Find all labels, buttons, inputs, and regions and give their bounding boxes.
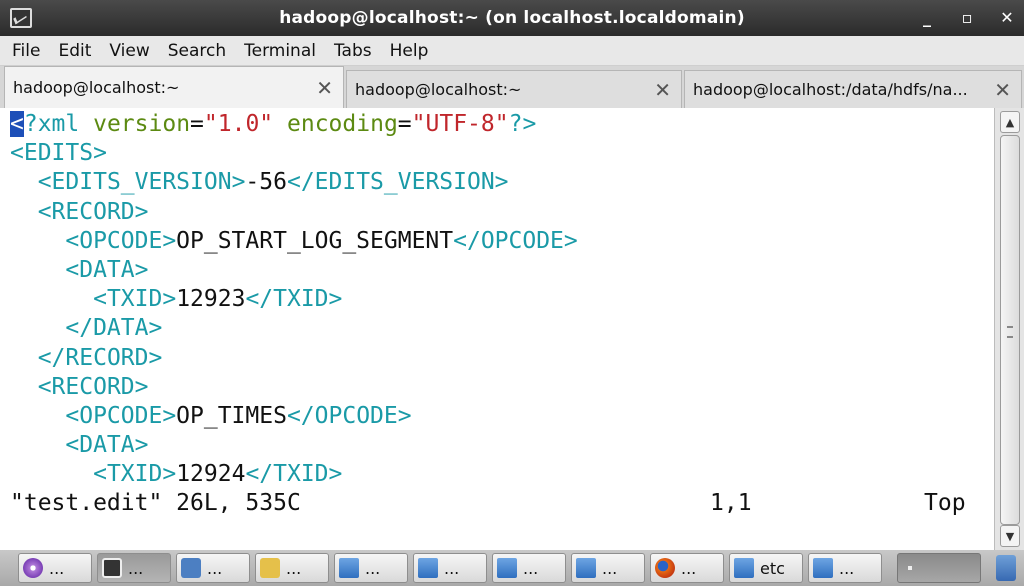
vim-status-line: "test.edit" 26L, 535C 1,1 Top	[10, 489, 994, 518]
terminal-line: <EDITS_VERSION>-56</EDITS_VERSION>	[37, 169, 509, 196]
menu-bar: File Edit View Search Terminal Tabs Help	[0, 36, 1024, 66]
task-label: etc	[760, 558, 785, 578]
menu-help[interactable]: Help	[390, 41, 429, 61]
menu-file[interactable]: File	[12, 41, 40, 61]
terminal-app-icon[interactable]	[10, 8, 32, 28]
terminal-line: <TXID>12924</TXID>	[93, 461, 343, 488]
tab-label: hadoop@localhost:/data/hdfs/na...	[693, 80, 968, 99]
editor-icon	[260, 558, 280, 578]
close-tab-icon[interactable]: ✕	[654, 78, 671, 102]
firefox-icon	[655, 558, 675, 578]
taskbar: ... ... ... ... ... ... ... ... ... etc …	[0, 550, 1024, 586]
taskbar-item-firefox[interactable]: ...	[650, 553, 724, 583]
terminal-line: <?xml version="1.0" encoding="UTF-8"?>	[10, 111, 537, 137]
taskbar-item-folder[interactable]: ...	[413, 553, 487, 583]
taskbar-item-folder[interactable]: ...	[334, 553, 408, 583]
tab-terminal-2[interactable]: hadoop@localhost:~ ✕	[346, 70, 682, 108]
menu-search[interactable]: Search	[168, 41, 226, 61]
text-cursor: <	[10, 111, 24, 137]
close-tab-icon[interactable]: ✕	[316, 76, 333, 100]
workspace-switcher[interactable]	[897, 553, 981, 583]
taskbar-item-terminal[interactable]: ...	[97, 553, 171, 583]
terminal-line: <DATA>	[65, 432, 149, 459]
taskbar-item-etc[interactable]: etc	[729, 553, 803, 583]
maximize-button[interactable]: ▫	[958, 6, 976, 30]
status-scroll-position: Top	[924, 490, 966, 517]
menu-terminal[interactable]: Terminal	[244, 41, 316, 61]
disc-icon	[23, 558, 43, 578]
scrollbar-thumb[interactable]	[1000, 135, 1020, 525]
tab-terminal-3[interactable]: hadoop@localhost:/data/hdfs/na... ✕	[684, 70, 1022, 108]
task-label: ...	[523, 558, 539, 578]
minimize-button[interactable]: _	[918, 6, 936, 30]
tab-label: hadoop@localhost:~	[355, 80, 522, 99]
terminal-content[interactable]: <?xml version="1.0" encoding="UTF-8"?> <…	[0, 108, 994, 550]
terminal-line: <OPCODE>OP_START_LOG_SEGMENT</OPCODE>	[65, 227, 578, 254]
folder-icon	[497, 558, 517, 578]
network-icon	[181, 558, 201, 578]
taskbar-item-folder[interactable]: ...	[571, 553, 645, 583]
terminal-icon	[908, 566, 912, 570]
task-label: ...	[49, 558, 65, 578]
scroll-down-arrow-icon[interactable]: ▼	[1000, 525, 1020, 547]
terminal-line: <RECORD>	[37, 198, 149, 225]
terminal-line: <DATA>	[65, 256, 149, 283]
menu-edit[interactable]: Edit	[58, 41, 91, 61]
window-titlebar[interactable]: hadoop@localhost:~ (on localhost.localdo…	[0, 0, 1024, 36]
task-label: ...	[207, 558, 223, 578]
close-button[interactable]: ✕	[998, 6, 1016, 30]
folder-icon	[418, 558, 438, 578]
scroll-up-arrow-icon[interactable]: ▲	[1000, 111, 1020, 133]
folder-icon	[576, 558, 596, 578]
tab-terminal-1[interactable]: hadoop@localhost:~ ✕	[4, 66, 344, 108]
folder-icon	[813, 558, 833, 578]
tab-bar: hadoop@localhost:~ ✕ hadoop@localhost:~ …	[0, 66, 1024, 108]
taskbar-item-editor[interactable]: ...	[255, 553, 329, 583]
tab-label: hadoop@localhost:~	[13, 78, 180, 97]
menu-view[interactable]: View	[109, 41, 149, 61]
task-label: ...	[128, 558, 144, 578]
close-tab-icon[interactable]: ✕	[994, 78, 1011, 102]
status-file-info: "test.edit" 26L, 535C	[10, 490, 301, 517]
window-title: hadoop@localhost:~ (on localhost.localdo…	[279, 8, 745, 28]
menu-tabs[interactable]: Tabs	[334, 41, 372, 61]
terminal-line: <OPCODE>OP_TIMES</OPCODE>	[65, 402, 412, 429]
terminal-line: </DATA>	[65, 315, 163, 342]
task-label: ...	[444, 558, 460, 578]
terminal-line: <TXID>12923</TXID>	[93, 286, 343, 313]
folder-icon	[339, 558, 359, 578]
task-label: ...	[602, 558, 618, 578]
terminal-scrollbar[interactable]: ▲ ▼	[994, 108, 1024, 550]
task-label: ...	[839, 558, 855, 578]
task-label: ...	[681, 558, 697, 578]
terminal-line: <EDITS>	[10, 140, 107, 167]
status-cursor-position: 1,1	[710, 490, 752, 517]
terminal-line: <RECORD>	[37, 373, 149, 400]
taskbar-item-folder[interactable]: ...	[492, 553, 566, 583]
taskbar-item-network[interactable]: ...	[176, 553, 250, 583]
terminal-icon	[102, 558, 122, 578]
task-label: ...	[286, 558, 302, 578]
terminal-line: </RECORD>	[37, 344, 163, 371]
folder-icon	[734, 558, 754, 578]
trash-icon[interactable]	[996, 555, 1016, 581]
window-controls: _ ▫ ✕	[918, 6, 1016, 30]
task-label: ...	[365, 558, 381, 578]
taskbar-item-disc[interactable]: ...	[18, 553, 92, 583]
taskbar-item-folder[interactable]: ...	[808, 553, 882, 583]
